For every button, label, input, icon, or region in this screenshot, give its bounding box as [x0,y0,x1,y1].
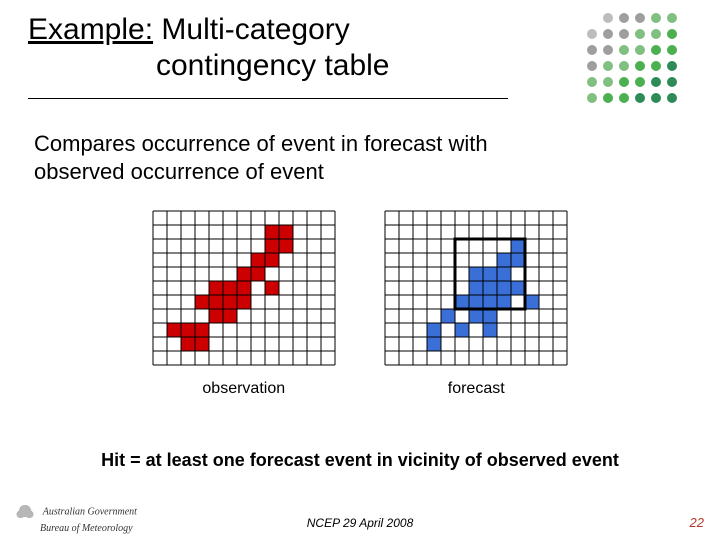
forecast-label: forecast [384,380,568,398]
title-line2: contingency table [28,48,508,84]
observation-label: observation [152,380,336,398]
slide-title: Example: Multi-category contingency tabl… [28,12,508,84]
forecast-grid-wrap: forecast [384,210,568,398]
grid-figures: observation forecast [0,210,720,398]
observation-grid-wrap: observation [152,210,336,398]
title-line1-rest: Multi-category [153,13,350,46]
forecast-grid [384,210,568,366]
page-number: 22 [690,515,704,530]
title-example: Example: [28,13,153,46]
body-paragraph: Compares occurrence of event in forecast… [34,130,554,186]
hit-definition: Hit = at least one forecast event in vic… [0,450,720,471]
title-underline-rule [28,98,508,99]
observation-grid [152,210,336,366]
decorative-dots [572,10,712,120]
footer-date: NCEP 29 April 2008 [0,516,720,530]
